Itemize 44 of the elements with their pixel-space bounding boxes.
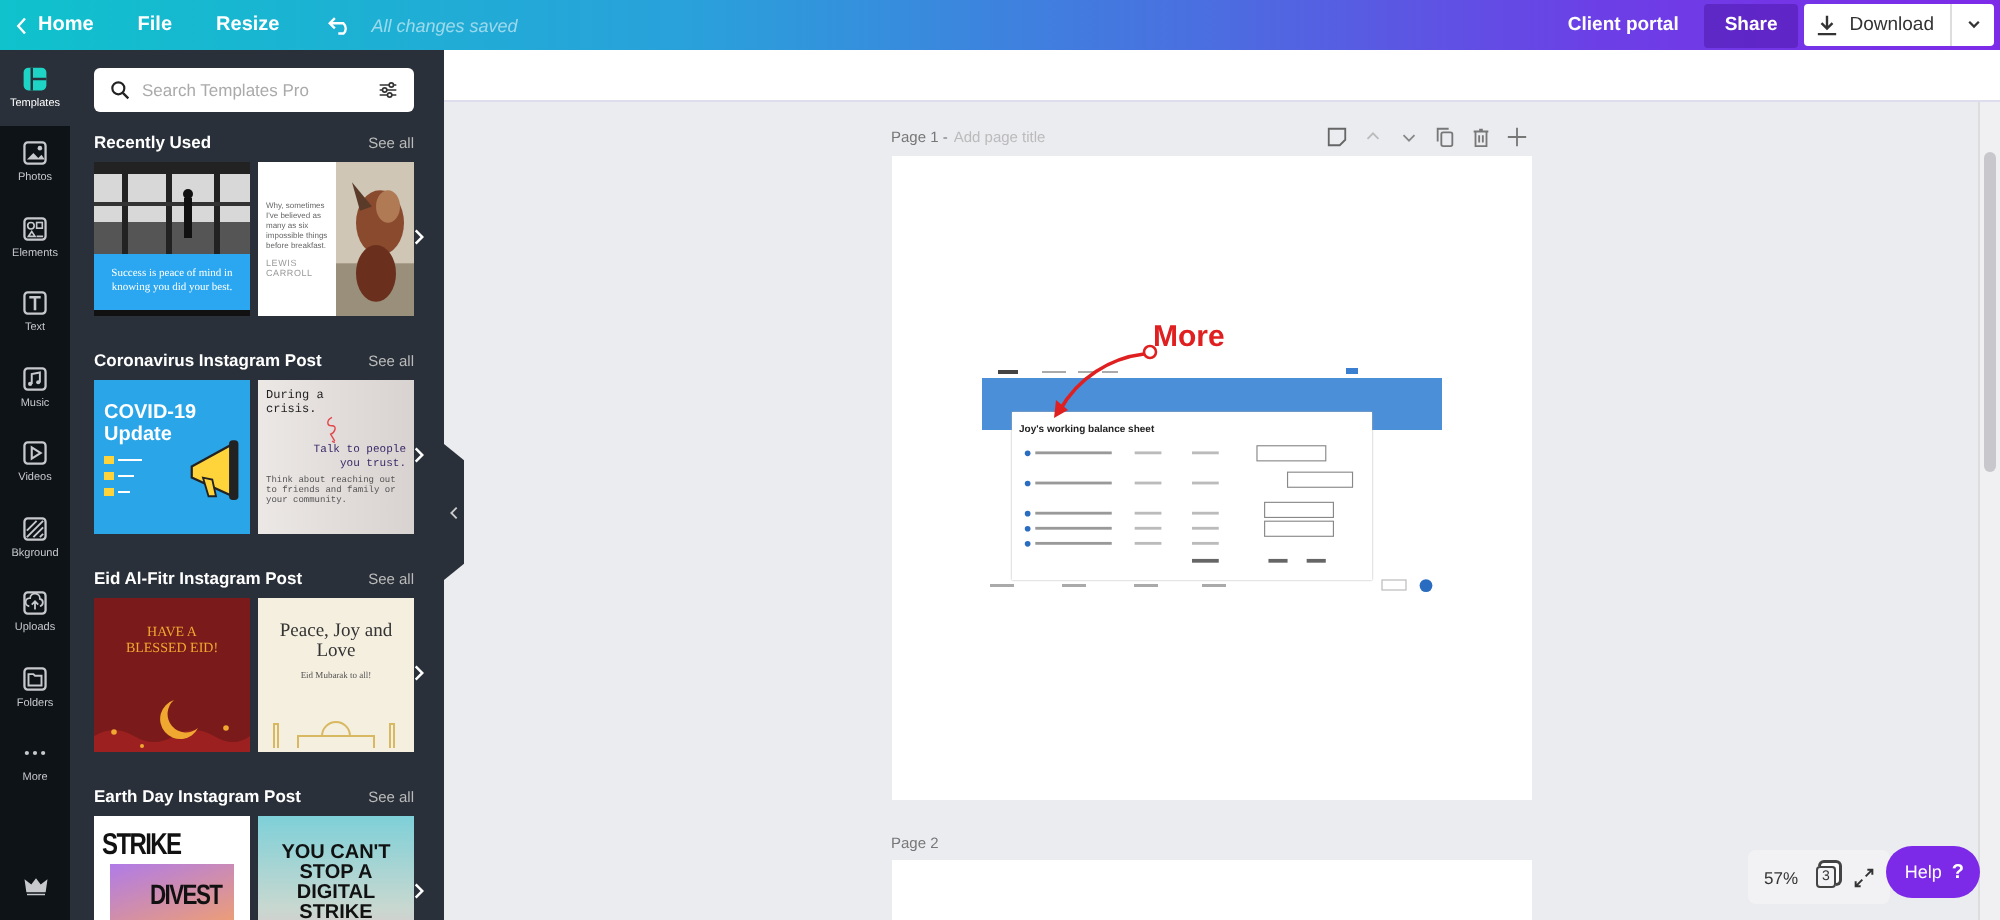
- caret-icon: [1965, 20, 1981, 30]
- folders-icon: [22, 665, 48, 692]
- delete-icon[interactable]: [1469, 126, 1491, 148]
- template-title: STRIKE: [102, 828, 181, 862]
- section-title: Earth Day Instagram Post: [94, 786, 301, 806]
- text-icon: [22, 290, 48, 317]
- collapse-chevron-icon: [450, 505, 458, 519]
- search-field[interactable]: Search Templates Pro: [94, 68, 414, 112]
- section-title: Coronavirus Instagram Post: [94, 350, 322, 370]
- section-title: Recently Used: [94, 132, 212, 152]
- copy-icon[interactable]: [1433, 126, 1455, 148]
- videos-icon: [22, 440, 48, 467]
- template-title: DIVEST: [150, 878, 222, 910]
- template-title: Peace, Joy and Love: [277, 622, 395, 664]
- scrollbar[interactable]: [1978, 102, 2000, 920]
- add-page-icon[interactable]: [1505, 126, 1527, 148]
- section-title: Eid Al-Fitr Instagram Post: [94, 568, 303, 588]
- zoom-level-button[interactable]: 57%: [1763, 867, 1798, 887]
- uploads-icon: [22, 590, 48, 617]
- background-icon: [22, 515, 48, 542]
- share-button[interactable]: Share: [1704, 3, 1798, 47]
- save-status: All changes saved: [371, 15, 518, 35]
- photos-icon: [22, 140, 48, 167]
- help-button[interactable]: Help ?: [1886, 846, 1980, 898]
- template-thumbnail[interactable]: YOU CAN'T STOP A DIGITAL STRIKE: [258, 816, 414, 920]
- fullscreen-icon[interactable]: [1854, 867, 1874, 887]
- music-icon: [22, 365, 48, 392]
- filter-icon[interactable]: [378, 80, 398, 100]
- template-thumbnail[interactable]: STRIKE DIVEST: [94, 816, 250, 920]
- template-title: COVID-19 Update: [104, 404, 199, 446]
- search-icon: [110, 80, 130, 100]
- note-icon[interactable]: [1325, 126, 1347, 148]
- list-drawing: [104, 456, 144, 500]
- undo-icon[interactable]: [327, 14, 352, 36]
- megaphone-drawing: [188, 440, 244, 504]
- elements-icon: [22, 215, 48, 242]
- back-chevron-icon: [16, 15, 28, 35]
- download-icon: [1815, 14, 1838, 36]
- crown-icon[interactable]: [23, 878, 47, 896]
- squiggle-drawing: [322, 416, 342, 445]
- client-portal-button[interactable]: Client portal: [1567, 14, 1679, 36]
- annotation-text: More: [1153, 320, 1225, 354]
- template-title: YOU CAN'T STOP A DIGITAL STRIKE: [279, 844, 393, 920]
- templates-icon: [22, 65, 48, 92]
